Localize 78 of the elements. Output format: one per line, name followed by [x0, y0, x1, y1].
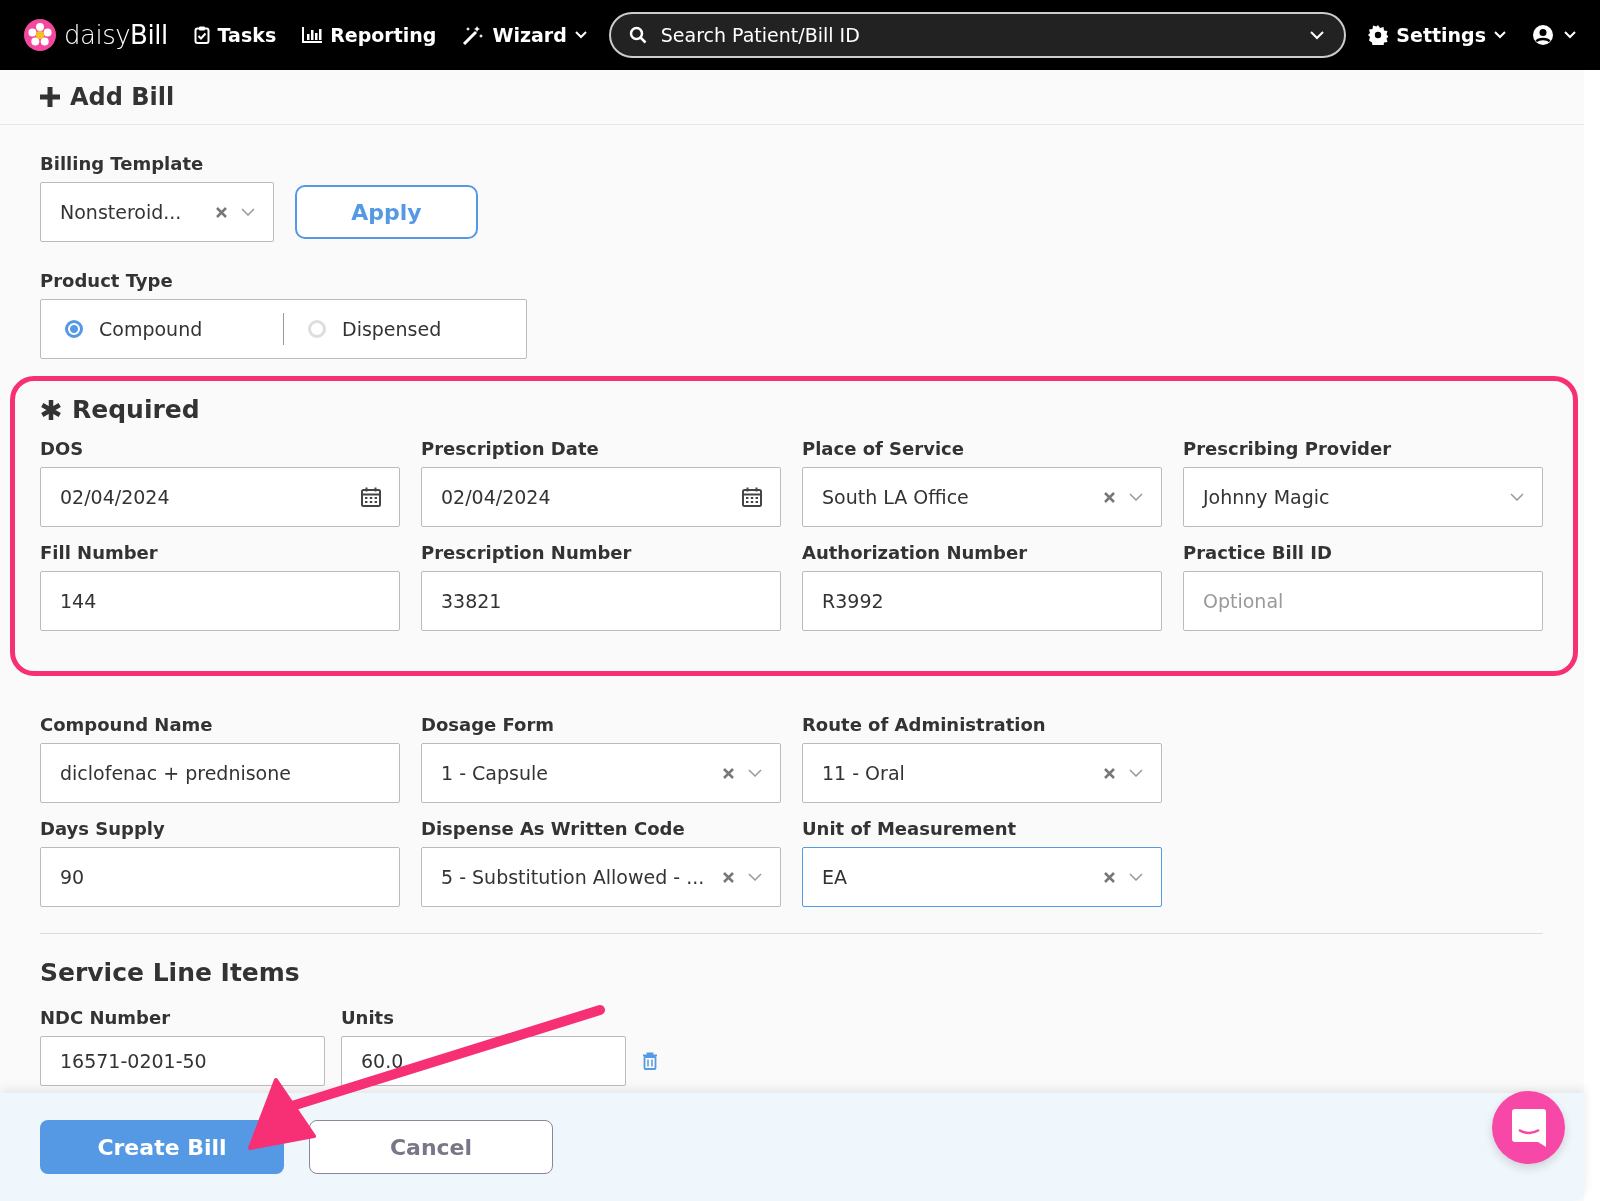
- settings-icon: [1368, 25, 1389, 45]
- field-label: Product Type: [40, 270, 174, 291]
- chevron-down-icon[interactable]: [1129, 769, 1143, 777]
- search-icon: [628, 26, 647, 44]
- field-label: Unit of Measurement: [802, 818, 1018, 839]
- chevron-down-icon: [1564, 31, 1576, 39]
- field-label: Place of Service: [802, 438, 965, 459]
- clear-icon[interactable]: [723, 871, 734, 883]
- chevron-down-icon[interactable]: [748, 873, 762, 881]
- clear-icon[interactable]: [1104, 491, 1115, 503]
- input-field[interactable]: 144: [40, 571, 400, 631]
- plus-icon: [40, 87, 60, 107]
- date-field[interactable]: 02/04/2024: [40, 467, 400, 527]
- field-label: Fill Number: [40, 542, 159, 563]
- radio-option[interactable]: Dispensed: [284, 318, 526, 340]
- search-field[interactable]: Search Patient/Bill ID: [608, 12, 1347, 58]
- logo-text[interactable]: daisyBill: [64, 20, 168, 50]
- field-label: Dosage Form: [421, 714, 556, 735]
- page-title: Add Bill: [70, 83, 175, 111]
- field-label: Days Supply: [40, 818, 166, 839]
- nav-link[interactable]: Wizard: [462, 24, 587, 46]
- field-label: Prescription Number: [421, 542, 633, 563]
- input-field[interactable]: diclofenac + prednisone: [40, 743, 400, 803]
- chat-bubble-icon: [1511, 1108, 1546, 1147]
- chevron-down-icon[interactable]: [748, 769, 762, 777]
- account-menu[interactable]: [1532, 24, 1576, 46]
- radio-option[interactable]: Compound: [41, 318, 283, 340]
- chevron-down-icon[interactable]: [1129, 493, 1143, 501]
- section-title: Service Line Items: [40, 958, 301, 987]
- select-field[interactable]: 1 - Capsule: [421, 743, 781, 803]
- trash-icon[interactable]: [642, 1052, 658, 1070]
- magic-wand-icon: [462, 25, 485, 45]
- column-label: Units: [341, 1007, 395, 1028]
- input-field[interactable]: 90: [40, 847, 400, 907]
- template-select[interactable]: Nonsteroid...: [40, 182, 274, 242]
- select-field[interactable]: South LA Office: [802, 467, 1162, 527]
- calendar-icon[interactable]: [742, 487, 762, 507]
- field-label: Authorization Number: [802, 542, 1029, 563]
- input-field[interactable]: 33821: [421, 571, 781, 631]
- chevron-down-icon[interactable]: [1510, 493, 1524, 501]
- radio-button[interactable]: [65, 320, 83, 338]
- nav-link[interactable]: Tasks: [193, 24, 277, 46]
- select-field[interactable]: 11 - Oral: [802, 743, 1162, 803]
- settings-menu[interactable]: Settings: [1368, 24, 1506, 46]
- clear-icon[interactable]: [723, 767, 734, 779]
- field-label: Prescription Date: [421, 438, 600, 459]
- field-label: Practice Bill ID: [1183, 542, 1333, 563]
- field-label: DOS: [40, 438, 85, 459]
- calendar-icon[interactable]: [361, 487, 381, 507]
- flower-logo-icon: [24, 19, 56, 51]
- field-label: Prescribing Provider: [1183, 438, 1393, 459]
- chevron-down-icon[interactable]: [241, 208, 255, 216]
- select-field[interactable]: EA: [802, 847, 1162, 907]
- input-field[interactable]: 16571-0201-50: [40, 1036, 325, 1086]
- date-field[interactable]: 02/04/2024: [421, 467, 781, 527]
- clipboard-icon: [193, 26, 210, 44]
- clear-icon[interactable]: [1104, 871, 1115, 883]
- bar-chart-icon: [302, 27, 323, 43]
- clear-icon[interactable]: [1104, 767, 1115, 779]
- nav-link[interactable]: Reporting: [302, 24, 437, 46]
- field-label: Dispense As Written Code: [421, 818, 686, 839]
- chat-button[interactable]: [1492, 1091, 1565, 1164]
- select-field[interactable]: 5 - Substitution Allowed - ...: [421, 847, 781, 907]
- field-label: Billing Template: [40, 153, 205, 174]
- asterisk-icon: [40, 398, 62, 421]
- field-label: Route of Administration: [802, 714, 1047, 735]
- column-label: NDC Number: [40, 1007, 172, 1028]
- cancel-button[interactable]: Cancel: [309, 1120, 553, 1174]
- chevron-down-icon: [1494, 31, 1506, 39]
- field-label: Compound Name: [40, 714, 214, 735]
- user-avatar-icon: [1532, 24, 1554, 46]
- chevron-down-icon: [574, 31, 587, 39]
- select-field[interactable]: Johnny Magic: [1183, 467, 1543, 527]
- section-title: Required: [72, 395, 200, 424]
- clear-icon[interactable]: [216, 206, 227, 218]
- chevron-down-icon: [1310, 31, 1325, 40]
- chevron-down-icon[interactable]: [1129, 873, 1143, 881]
- input-field[interactable]: R3992: [802, 571, 1162, 631]
